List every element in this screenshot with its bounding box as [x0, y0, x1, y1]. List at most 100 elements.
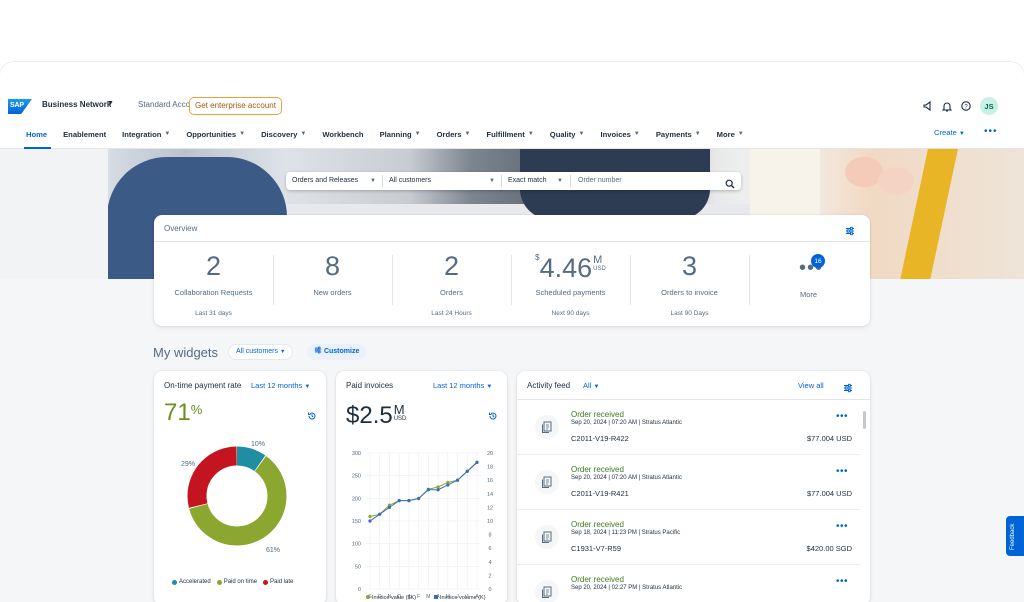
chevron-down-icon: ▼ [694, 131, 701, 137]
match-select[interactable]: Exact match [508, 172, 547, 190]
chevron-down-icon: ▼ [300, 131, 307, 137]
nav-item-more[interactable]: More ▼ [717, 119, 752, 149]
data-point[interactable] [368, 519, 372, 523]
more-actions-icon[interactable]: ••• [836, 411, 848, 422]
nav-item-quality[interactable]: Quality ▼ [550, 119, 593, 149]
search-type-select[interactable]: Orders and Releases [292, 172, 358, 190]
activity-filter[interactable]: All ▼ [583, 381, 599, 390]
nav-item-discovery[interactable]: Discovery ▼ [261, 119, 314, 149]
data-point[interactable] [417, 496, 421, 501]
widgets-customer-filter[interactable]: All customers ▼ [228, 344, 294, 360]
nav-item-enablement[interactable]: Enablement [63, 119, 114, 149]
feedback-button[interactable]: Feedback [1006, 516, 1024, 556]
more-actions-icon[interactable]: ••• [836, 521, 848, 532]
overflow-menu-icon[interactable]: ••• [984, 126, 998, 137]
activity-title: Order received [571, 410, 624, 419]
y-tick-label-right: 18 [487, 465, 493, 471]
activity-amount: $77.004 USD [806, 489, 852, 498]
period-filter[interactable]: Last 12 months ▼ [251, 381, 310, 390]
nav-item-workbench[interactable]: Workbench [322, 119, 371, 149]
history-icon[interactable] [488, 408, 498, 420]
kpi-scheduled-payments[interactable]: $4.46 M USD Scheduled payments Next 90 day… [511, 241, 630, 326]
data-point[interactable] [368, 514, 372, 519]
nav-item-payments[interactable]: Payments ▼ [656, 119, 709, 149]
document-icon [535, 415, 559, 439]
legend-paid-on-time[interactable]: Paid on time [216, 579, 257, 585]
help-icon[interactable]: ? [961, 100, 971, 112]
chevron-down-icon: ▼ [279, 349, 286, 355]
activity-item[interactable]: Order received Sep 18, 2024 | 11:23 PM | … [517, 510, 860, 565]
kpi-unit: M [593, 254, 603, 266]
more-actions-icon[interactable]: ••• [836, 576, 848, 587]
data-point[interactable] [465, 469, 469, 473]
y-tick-label-left: 200 [352, 496, 361, 502]
get-enterprise-account-button[interactable]: Get enterprise account [189, 97, 282, 115]
view-all-link[interactable]: View all [798, 381, 824, 390]
activity-order-id: C1931-V7-R59 [571, 544, 622, 553]
scrollbar[interactable] [863, 411, 866, 429]
activity-item[interactable]: Order received Sep 20, 2024 | 07:20 AM | … [517, 400, 860, 455]
customize-button[interactable]: Customize [307, 344, 367, 360]
megaphone-icon[interactable] [923, 100, 933, 112]
nav-item-home[interactable]: Home [23, 119, 55, 149]
nav-item-label: Workbench [322, 129, 364, 139]
bell-icon[interactable] [942, 100, 952, 112]
activity-item[interactable]: Order received Sep 20, 2024 | 02:27 PM | … [517, 565, 860, 602]
legend-invoice-value[interactable]: Invoice value ($K) [372, 595, 416, 601]
chevron-down-icon: ▼ [486, 384, 493, 390]
data-point[interactable] [475, 460, 479, 465]
nav-item-integration[interactable]: Integration ▼ [122, 119, 178, 149]
legend-accelerated[interactable]: Accelerated [172, 579, 211, 585]
document-icon [535, 470, 559, 494]
top-navigation: Home Enablement Integration ▼ Opportunities ▼… [0, 119, 1024, 149]
product-name[interactable]: Business Network [42, 100, 111, 109]
data-point[interactable] [397, 499, 401, 503]
kpi-label: Collaboration Requests [174, 288, 253, 297]
settings-sliders-icon[interactable] [845, 223, 855, 236]
activity-amount: $420.00 SGD [806, 544, 852, 553]
series-line-invoice-value [369, 461, 478, 517]
data-point[interactable] [436, 485, 440, 489]
history-icon[interactable] [307, 408, 317, 420]
activity-meta: Sep 20, 2024 | 02:27 PM | Stratus Atlant… [571, 585, 683, 591]
nav-item-label: Planning [379, 129, 412, 139]
nav-item-label: Enablement [63, 129, 107, 139]
activity-item[interactable]: Order received Sep 20, 2024 | 07:20 AM | … [517, 455, 860, 510]
kpi-orders[interactable]: 2 Orders Last 24 Hours [392, 241, 511, 326]
activity-feed-card: Activity feed All ▼ View all Order recei… [517, 371, 870, 602]
nav-item-planning[interactable]: Planning ▼ [380, 119, 429, 149]
customer-select[interactable]: All customers [389, 172, 431, 190]
chevron-down-icon[interactable]: ▼ [370, 172, 376, 190]
rate-percent: % [190, 402, 203, 417]
more-actions-icon[interactable]: ••• [836, 466, 848, 477]
legend-paid-late[interactable]: Paid late [263, 579, 293, 585]
search-icon[interactable] [725, 176, 735, 189]
nav-item-fulfillment[interactable]: Fulfillment ▼ [486, 119, 541, 149]
paid-invoices-line-chart: 05010015020025030002468101214161820SONDJ… [352, 451, 493, 601]
data-point[interactable] [436, 488, 440, 492]
kpi-more[interactable]: ••• 16 More [749, 241, 868, 326]
avatar[interactable]: JS [980, 97, 998, 115]
kpi-orders-to-invoice[interactable]: 3 Orders to invoice Last 90 Days [630, 241, 749, 326]
activity-order-id: C2011-V19-R421 [571, 489, 629, 498]
nav-item-opportunities[interactable]: Opportunities ▼ [186, 119, 253, 149]
divider [501, 175, 502, 187]
create-menu-button[interactable]: Create ▼ [934, 128, 965, 137]
data-point[interactable] [446, 483, 450, 487]
order-number-input[interactable]: Order number [578, 172, 622, 190]
period-filter[interactable]: Last 12 months ▼ [433, 381, 492, 390]
settings-sliders-icon[interactable] [843, 380, 853, 393]
chevron-down-icon[interactable]: ▼ [489, 172, 495, 190]
nav-item-orders[interactable]: Orders ▼ [437, 119, 479, 149]
data-point[interactable] [426, 488, 430, 492]
kpi-collaboration-requests[interactable]: 2 Collaboration Requests Last 31 days [154, 241, 273, 326]
data-point[interactable] [378, 512, 382, 516]
legend-invoice-volume[interactable]: Invoice volume (K) [440, 595, 486, 601]
data-point[interactable] [407, 499, 411, 503]
chevron-down-icon[interactable]: ▼ [557, 172, 563, 190]
data-point[interactable] [455, 478, 460, 482]
kpi-new-orders[interactable]: 8 New orders [273, 241, 392, 326]
data-point[interactable] [387, 505, 392, 509]
chevron-down-icon[interactable]: ▼ [107, 100, 114, 107]
nav-item-invoices[interactable]: Invoices ▼ [600, 119, 647, 149]
